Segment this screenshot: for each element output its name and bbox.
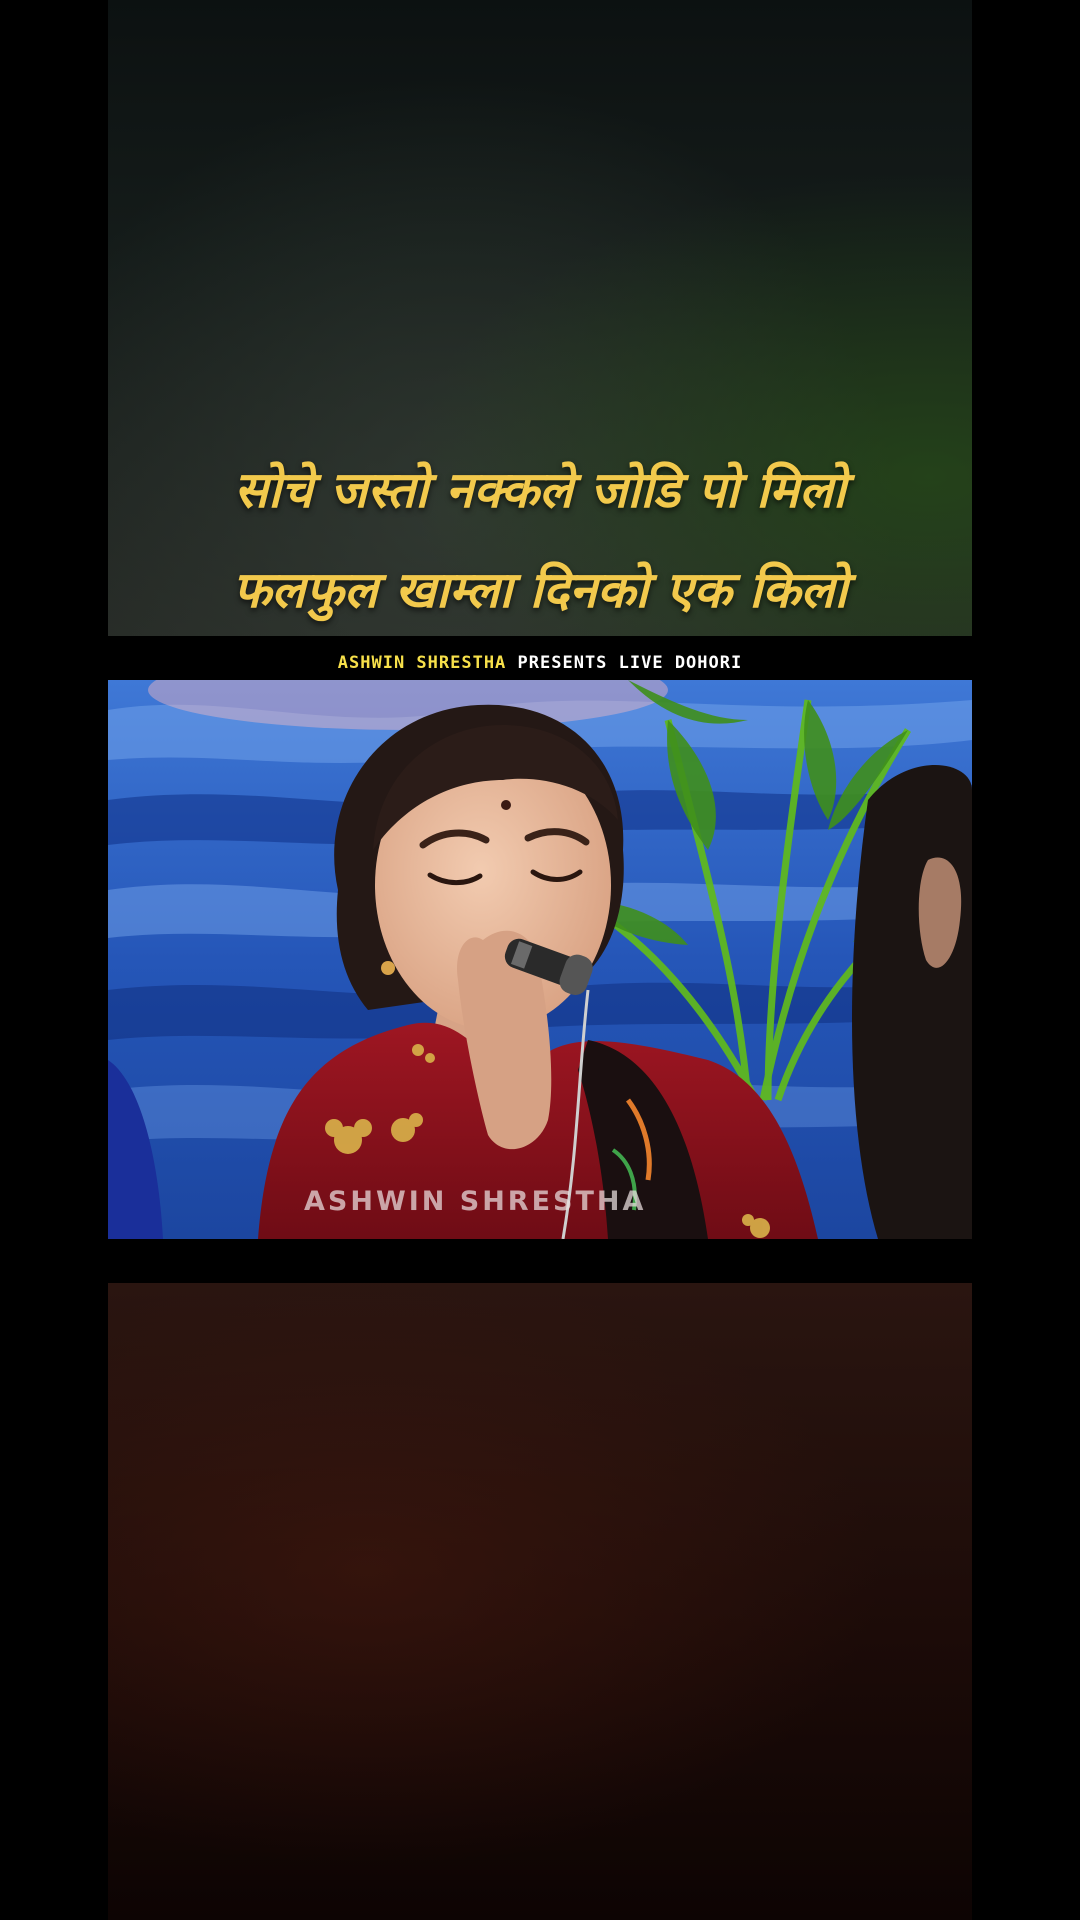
- banner-title: PRESENTS LIVE DOHORI: [506, 653, 743, 673]
- background-panel: [108, 1283, 972, 1920]
- video-frame[interactable]: सोचे जस्तो नक्कले जोडि पो मिलो फलफुल खाम…: [108, 0, 972, 1920]
- banner-brand: ASHWIN SHRESTHA: [337, 653, 507, 673]
- presents-banner: ASHWIN SHRESTHA PRESENTS LIVE DOHORI: [108, 636, 972, 680]
- video-watermark: ASHWIN SHRESTHA: [304, 1186, 647, 1217]
- video-clip[interactable]: [108, 680, 972, 1239]
- letterbox-bar: [108, 1239, 972, 1283]
- lyrics-panel: सोचे जस्तो नक्कले जोडि पो मिलो फलफुल खाम…: [108, 0, 972, 636]
- singer-scene-image: [108, 680, 972, 1239]
- lyric-line-1: सोचे जस्तो नक्कले जोडि पो मिलो: [234, 461, 846, 519]
- lyric-line-2: फलफुल खाम्ला दिनको एक किलो: [232, 561, 848, 619]
- lyrics-block: सोचे जस्तो नक्कले जोडि पो मिलो फलफुल खाम…: [108, 440, 972, 640]
